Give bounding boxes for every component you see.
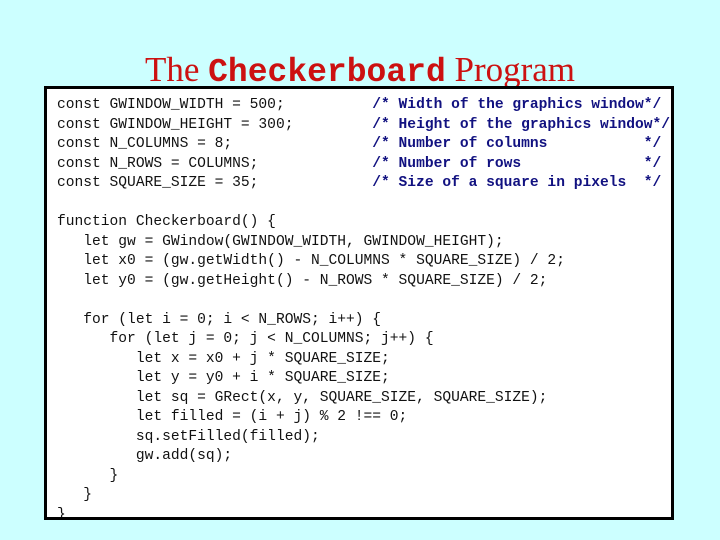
code-line: const GWINDOW_WIDTH = 500; /* Width of t… — [57, 96, 669, 116]
code-line-source: let y = y0 + i * SQUARE_SIZE; — [57, 370, 390, 386]
code-listing: const GWINDOW_WIDTH = 500; /* Width of t… — [57, 96, 671, 520]
code-line: let gw = GWindow(GWINDOW_WIDTH, GWINDOW_… — [57, 233, 669, 253]
code-line: for (let j = 0; j < N_COLUMNS; j++) { — [57, 330, 669, 350]
code-line: let x = x0 + j * SQUARE_SIZE; — [57, 350, 669, 370]
code-line-source: const GWINDOW_HEIGHT = 300; — [57, 116, 373, 133]
code-line-source: } — [57, 506, 66, 520]
code-line-source: const N_ROWS = COLUMNS; — [57, 155, 373, 172]
code-line-source: const N_COLUMNS = 8; — [57, 136, 373, 152]
code-line: } — [57, 486, 669, 506]
code-line-comment: /* Number of columns */ — [372, 136, 662, 152]
code-line-source: let filled = (i + j) % 2 !== 0; — [57, 409, 408, 425]
page-title-suffix: Program — [445, 50, 576, 90]
code-line-source: for (let j = 0; j < N_COLUMNS; j++) { — [57, 331, 434, 347]
code-line: sq.setFilled(filled); — [57, 428, 669, 448]
code-line-source: } — [57, 487, 93, 503]
code-line: gw.add(sq); — [57, 447, 669, 467]
code-line-comment: /* Size of a square in pixels */ — [372, 175, 662, 191]
code-line: const GWINDOW_HEIGHT = 300; /* Height of… — [57, 116, 671, 136]
code-line: const N_ROWS = COLUMNS; /* Number of row… — [57, 155, 669, 175]
code-line: } — [57, 506, 669, 520]
code-line-source: for (let i = 0; i < N_ROWS; i++) { — [57, 311, 382, 328]
code-line-source: gw.add(sq); — [57, 448, 233, 464]
code-line: } — [57, 467, 669, 487]
code-line-source: sq.setFilled(filled); — [57, 428, 320, 445]
code-frame: const GWINDOW_WIDTH = 500; /* Width of t… — [44, 86, 674, 520]
code-line: for (let i = 0; i < N_ROWS; i++) { — [57, 311, 669, 331]
code-line — [57, 194, 669, 214]
code-line: const N_COLUMNS = 8; /* Number of column… — [57, 135, 669, 155]
code-line-source: let y0 = (gw.getHeight() - N_ROWS * SQUA… — [57, 272, 548, 289]
page-title-prefix: The — [144, 50, 209, 90]
code-line-comment: /* Width of the graphics window*/ — [372, 97, 662, 113]
code-line-comment: /* Height of the graphics window*/ — [372, 116, 671, 133]
code-line-source: let sq = GRect(x, y, SQUARE_SIZE, SQUARE… — [57, 389, 548, 406]
code-line-source: let gw = GWindow(GWINDOW_WIDTH, GWINDOW_… — [57, 233, 504, 250]
code-line-source: const SQUARE_SIZE = 35; — [57, 175, 373, 191]
code-line-comment: /* Number of rows */ — [372, 155, 662, 172]
code-line: const SQUARE_SIZE = 35; /* Size of a squ… — [57, 174, 669, 194]
code-line: let sq = GRect(x, y, SQUARE_SIZE, SQUARE… — [57, 389, 669, 409]
code-line-source: function Checkerboard() { — [57, 214, 276, 230]
code-line — [57, 291, 669, 311]
code-line-source: } — [57, 467, 119, 484]
code-line: let y = y0 + i * SQUARE_SIZE; — [57, 369, 669, 389]
code-line-source: let x0 = (gw.getWidth() - N_COLUMNS * SQ… — [57, 253, 565, 269]
code-line: let filled = (i + j) % 2 !== 0; — [57, 408, 669, 428]
code-line: let y0 = (gw.getHeight() - N_ROWS * SQUA… — [57, 272, 669, 292]
code-line-source: let x = x0 + j * SQUARE_SIZE; — [57, 350, 390, 367]
code-line: let x0 = (gw.getWidth() - N_COLUMNS * SQ… — [57, 252, 669, 272]
code-line-source: const GWINDOW_WIDTH = 500; — [57, 97, 373, 113]
code-line: function Checkerboard() { — [57, 213, 669, 233]
code-line-source — [57, 195, 66, 211]
code-line-source — [57, 292, 66, 308]
